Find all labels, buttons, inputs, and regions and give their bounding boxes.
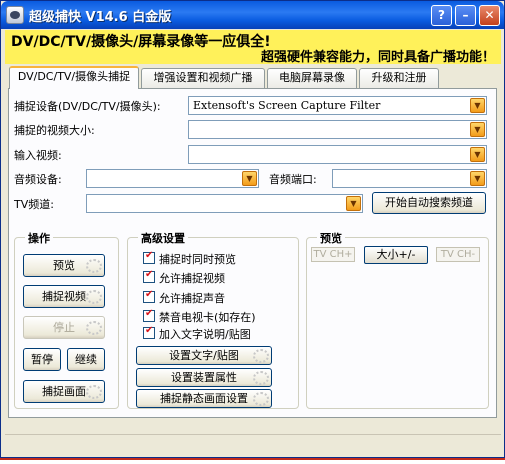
promo-banner: DV/DC/TV/摄像头/屏幕录像等一应俱全! 超强硬件兼容能力，同时具备广播功… xyxy=(5,30,501,65)
audio-device-label: 音频设备: xyxy=(14,173,62,186)
app-camera-icon xyxy=(6,6,24,24)
chevron-down-icon[interactable]: ▼ xyxy=(470,122,485,137)
capture-device-label: 捕捉设备(DV/DC/TV/摄像头): xyxy=(14,100,161,113)
advanced-settings-title: 高级设置 xyxy=(138,230,188,246)
help-button[interactable]: ? xyxy=(431,5,452,26)
title-bar[interactable]: 超级捕快 V14.6 白金版 ? – ✕ xyxy=(1,1,504,29)
operations-title: 操作 xyxy=(25,230,53,246)
swirl-icon xyxy=(253,349,269,363)
checkbox-checked-icon[interactable] xyxy=(143,269,155,283)
video-size-select[interactable]: ▼ xyxy=(188,120,487,139)
status-bar xyxy=(5,434,501,456)
audio-device-select[interactable]: ▼ xyxy=(86,169,259,188)
checkbox-checked-icon[interactable] xyxy=(143,250,155,264)
video-size-label: 捕捉的视频大小: xyxy=(14,124,95,137)
capture-panel: 捕捉设备(DV/DC/TV/摄像头): Extensoft's Screen C… xyxy=(8,88,497,418)
still-frame-settings-label: 捕捉静态画面设置 xyxy=(160,392,248,405)
tv-channel-label: TV频道: xyxy=(14,198,54,211)
checkbox-label: 捕捉时同时预览 xyxy=(159,253,236,266)
app-window: 超级捕快 V14.6 白金版 ? – ✕ DV/DC/TV/摄像头/屏幕录像等一… xyxy=(0,0,505,458)
swirl-icon xyxy=(253,371,269,385)
swirl-icon xyxy=(253,392,269,406)
audio-port-select[interactable]: ▼ xyxy=(332,169,487,188)
checkbox-label: 允许捕捉视频 xyxy=(159,272,225,285)
checkbox-label: 加入文字说明/贴图 xyxy=(159,328,251,341)
swirl-icon xyxy=(86,321,102,335)
capture-device-select[interactable]: Extensoft's Screen Capture Filter ▼ xyxy=(188,96,487,115)
swirl-icon xyxy=(86,385,102,399)
chevron-down-icon[interactable]: ▼ xyxy=(470,98,485,113)
set-text-overlay-button[interactable]: 设置文字/贴图 xyxy=(136,346,272,365)
preview-size-button[interactable]: 大小+/- xyxy=(364,246,428,264)
input-video-label: 输入视频: xyxy=(14,149,62,162)
chevron-down-icon[interactable]: ▼ xyxy=(242,171,257,186)
swirl-icon xyxy=(86,259,102,273)
preview-button[interactable]: 预览 xyxy=(23,254,105,277)
chevron-down-icon[interactable]: ▼ xyxy=(470,171,485,186)
input-video-select[interactable]: ▼ xyxy=(188,145,487,164)
stop-label: 停止 xyxy=(53,321,75,334)
auto-search-channel-button[interactable]: 开始自动搜索频道 xyxy=(372,192,486,214)
swirl-icon xyxy=(86,290,102,304)
window-title: 超级捕快 V14.6 白金版 xyxy=(29,10,172,25)
capture-video-label: 捕捉视频 xyxy=(42,290,86,303)
chevron-down-icon[interactable]: ▼ xyxy=(470,147,485,162)
minimize-button[interactable]: – xyxy=(455,5,476,26)
tv-channel-select[interactable]: ▼ xyxy=(86,194,363,213)
banner-headline: DV/DC/TV/摄像头/屏幕录像等一应俱全! xyxy=(11,34,271,50)
close-button[interactable]: ✕ xyxy=(479,5,500,26)
tab-upgrade-register[interactable]: 升级和注册 xyxy=(359,68,439,88)
resume-button[interactable]: 继续 xyxy=(67,348,105,371)
checkbox-label: 禁音电视卡(如存在) xyxy=(159,311,256,324)
checkbox-checked-icon[interactable] xyxy=(143,308,155,322)
tab-screen-recording[interactable]: 电脑屏幕录像 xyxy=(267,68,357,88)
capture-device-value: Extensoft's Screen Capture Filter xyxy=(193,99,381,112)
chevron-down-icon[interactable]: ▼ xyxy=(346,196,361,211)
tv-channel-down-button[interactable]: TV CH- xyxy=(436,247,480,262)
capture-frame-button[interactable]: 捕捉画面 xyxy=(23,380,105,403)
capture-video-button[interactable]: 捕捉视频 xyxy=(23,285,105,308)
stop-button[interactable]: 停止 xyxy=(23,316,105,339)
device-properties-label: 设置装置属性 xyxy=(171,371,237,384)
preview-title: 预览 xyxy=(317,230,345,246)
pause-button[interactable]: 暂停 xyxy=(23,348,61,371)
banner-subline: 超强硬件兼容能力，同时具备广播功能！ xyxy=(260,50,495,65)
tab-capture[interactable]: DV/DC/TV/摄像头捕捉 xyxy=(9,66,139,89)
checkbox-label: 允许捕捉声音 xyxy=(159,292,225,305)
bottom-divider xyxy=(0,458,505,460)
set-text-overlay-label: 设置文字/贴图 xyxy=(169,349,239,362)
audio-port-label: 音频端口: xyxy=(269,173,317,186)
tv-channel-up-button[interactable]: TV CH+ xyxy=(311,247,355,262)
capture-frame-label: 捕捉画面 xyxy=(42,385,86,398)
still-frame-settings-button[interactable]: 捕捉静态画面设置 xyxy=(136,389,272,408)
tab-enhanced-broadcast[interactable]: 增强设置和视频广播 xyxy=(141,68,265,88)
checkbox-checked-icon[interactable] xyxy=(143,325,155,339)
checkbox-checked-icon[interactable] xyxy=(143,289,155,303)
device-properties-button[interactable]: 设置装置属性 xyxy=(136,368,272,387)
preview-button-label: 预览 xyxy=(53,259,75,272)
